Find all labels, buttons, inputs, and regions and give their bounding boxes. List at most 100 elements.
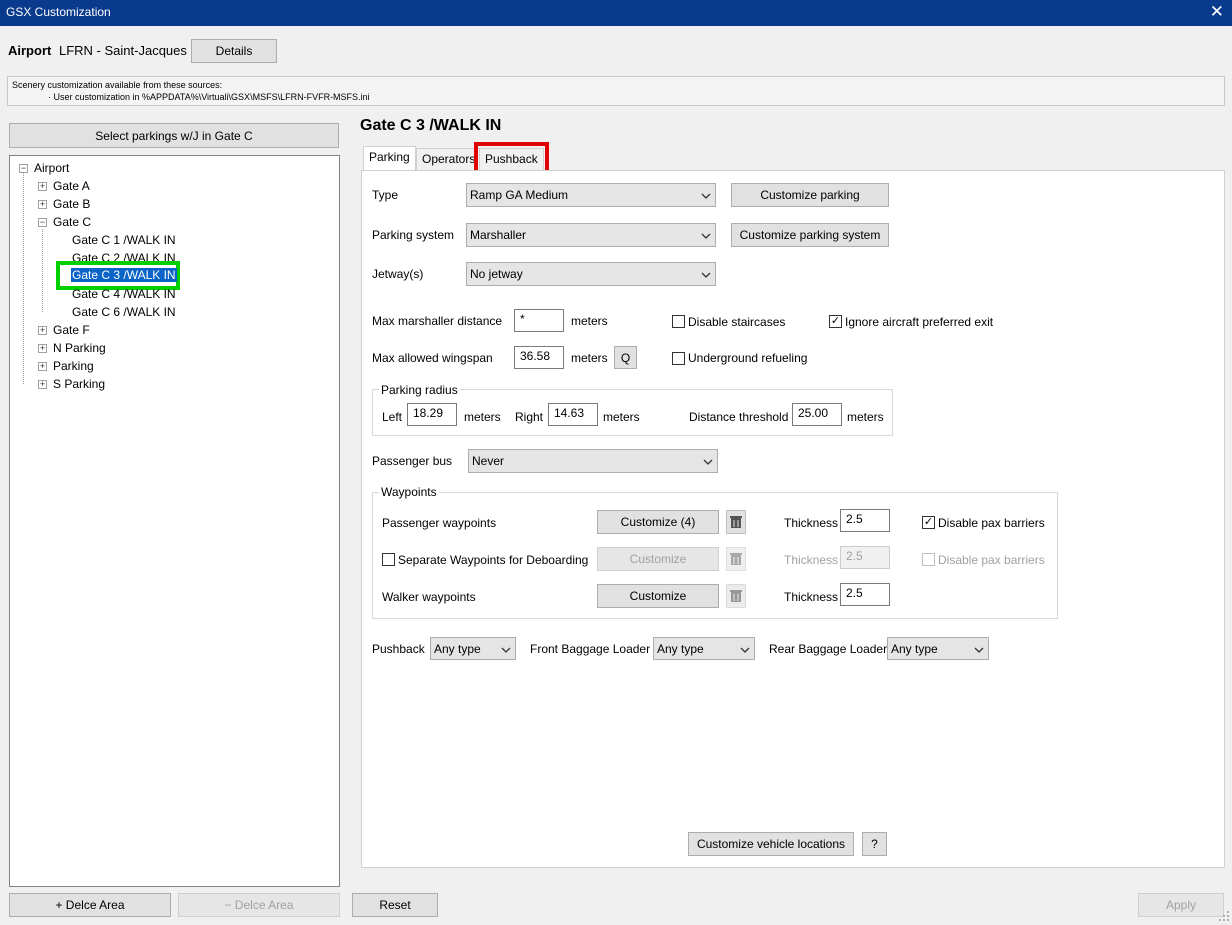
waypoints-title: Waypoints xyxy=(379,485,439,499)
chevron-down-icon xyxy=(740,642,750,656)
tree-item-airport[interactable]: Airport xyxy=(34,161,69,175)
type-label: Type xyxy=(372,188,399,202)
airport-label: Airport xyxy=(8,43,52,58)
title-bar: GSX Customization ✕ xyxy=(0,0,1232,26)
parking-radius-title: Parking radius xyxy=(379,383,460,397)
walker-thickness-input[interactable]: 2.5 xyxy=(840,583,890,606)
chevron-down-icon xyxy=(701,228,711,242)
details-button[interactable]: Details xyxy=(191,39,277,63)
passenger-bus-label: Passenger bus xyxy=(372,454,453,468)
customize-deboarding-waypoints-button[interactable]: Customize xyxy=(597,547,719,571)
tree-item-gate-f[interactable]: Gate F xyxy=(53,323,90,337)
customize-vehicle-locations-button[interactable]: Customize vehicle locations xyxy=(688,832,854,856)
deboarding-thickness-input[interactable]: 2.5 xyxy=(840,546,890,569)
radius-right-input[interactable]: 14.63 xyxy=(548,403,598,426)
window-title: GSX Customization xyxy=(6,5,111,19)
disable-pax-barriers-checkbox[interactable]: ✓ xyxy=(922,516,935,529)
customize-parking-button[interactable]: Customize parking xyxy=(731,183,889,207)
type-select[interactable]: Ramp GA Medium xyxy=(466,183,716,207)
tree-item-gate-c6[interactable]: Gate C 6 /WALK IN xyxy=(72,305,176,319)
underground-refueling-checkbox[interactable] xyxy=(672,352,685,365)
tree-item-parking[interactable]: Parking xyxy=(53,359,94,373)
passenger-bus-select[interactable]: Never xyxy=(468,449,718,473)
ignore-exit-label: Ignore aircraft preferred exit xyxy=(845,315,994,329)
max-wingspan-input[interactable]: 36.58 xyxy=(514,346,564,369)
tree-item-gate-c[interactable]: Gate C xyxy=(53,215,91,229)
chevron-down-icon xyxy=(703,454,713,468)
separate-waypoints-label: Separate Waypoints for Deboarding xyxy=(398,553,589,567)
parking-tree: − Airport + Gate A + Gate B − Gate C Gat… xyxy=(9,155,340,887)
help-button[interactable]: ? xyxy=(862,832,887,856)
meters-unit: meters xyxy=(603,410,640,424)
front-loader-select[interactable]: Any type xyxy=(653,637,755,660)
jetway-label: Jetway(s) xyxy=(372,267,424,281)
expand-icon[interactable]: + xyxy=(38,362,47,371)
meters-unit: meters xyxy=(847,410,884,424)
expand-icon[interactable]: + xyxy=(38,182,47,191)
front-loader-label: Front Baggage Loader xyxy=(530,642,651,656)
ignore-exit-checkbox[interactable]: ✓ xyxy=(829,315,842,328)
rear-loader-label: Rear Baggage Loader xyxy=(769,642,888,656)
tree-item-gate-a[interactable]: Gate A xyxy=(53,179,90,193)
disable-staircases-checkbox[interactable] xyxy=(672,315,685,328)
chevron-down-icon xyxy=(501,642,511,656)
meters-unit: meters xyxy=(571,351,608,365)
close-icon[interactable]: ✕ xyxy=(1210,2,1224,22)
select-parkings-button[interactable]: Select parkings w/J in Gate C xyxy=(9,123,339,148)
pushback-label: Pushback xyxy=(372,642,425,656)
radius-left-input[interactable]: 18.29 xyxy=(407,403,457,426)
passenger-waypoints-label: Passenger waypoints xyxy=(382,516,497,530)
pushback-value: Any type xyxy=(434,641,481,656)
reset-button[interactable]: Reset xyxy=(352,893,438,917)
passenger-bus-value: Never xyxy=(472,454,505,468)
add-area-button[interactable]: + Delce Area xyxy=(9,893,171,917)
type-value: Ramp GA Medium xyxy=(470,188,569,202)
pushback-select[interactable]: Any type xyxy=(430,637,516,660)
tree-item-gate-c1[interactable]: Gate C 1 /WALK IN xyxy=(72,233,176,247)
customize-parking-system-button[interactable]: Customize parking system xyxy=(731,223,889,247)
separate-waypoints-checkbox[interactable] xyxy=(382,553,395,566)
thickness-label: Thickness xyxy=(784,590,839,604)
remove-area-button[interactable]: − Delce Area xyxy=(178,893,340,917)
trash-icon[interactable] xyxy=(726,584,746,608)
expand-icon[interactable]: + xyxy=(38,344,47,353)
passenger-thickness-input[interactable]: 2.5 xyxy=(840,509,890,532)
tree-item-s-parking[interactable]: S Parking xyxy=(53,377,105,391)
expand-icon[interactable]: + xyxy=(38,200,47,209)
tree-item-gate-c4[interactable]: Gate C 4 /WALK IN xyxy=(72,287,176,301)
tab-operators[interactable]: Operators xyxy=(416,148,482,170)
distance-threshold-label: Distance threshold xyxy=(689,410,789,424)
rear-loader-select[interactable]: Any type xyxy=(887,637,989,660)
collapse-icon[interactable]: − xyxy=(19,164,28,173)
disable-pax-barriers-checkbox[interactable] xyxy=(922,553,935,566)
max-marshaller-input[interactable]: * xyxy=(514,309,564,332)
trash-icon[interactable] xyxy=(726,510,746,534)
expand-icon[interactable]: + xyxy=(38,380,47,389)
distance-threshold-input[interactable]: 25.00 xyxy=(792,403,842,426)
airport-value: LFRN - Saint-Jacques xyxy=(59,43,187,58)
resize-grip-icon[interactable] xyxy=(1218,910,1230,922)
tree-item-gate-b[interactable]: Gate B xyxy=(53,197,90,211)
collapse-icon[interactable]: − xyxy=(38,218,47,227)
parking-system-select[interactable]: Marshaller xyxy=(466,223,716,247)
parking-title: Gate C 3 /WALK IN xyxy=(360,117,502,134)
tree-item-n-parking[interactable]: N Parking xyxy=(53,341,106,355)
chevron-down-icon xyxy=(974,642,984,656)
query-button[interactable]: Q xyxy=(614,346,637,369)
sources-line-1: Scenery customization available from the… xyxy=(12,80,223,90)
jetway-select[interactable]: No jetway xyxy=(466,262,716,286)
expand-icon[interactable]: + xyxy=(38,326,47,335)
walker-waypoints-label: Walker waypoints xyxy=(382,590,476,604)
customize-passenger-waypoints-button[interactable]: Customize (4) xyxy=(597,510,719,534)
tab-parking[interactable]: Parking xyxy=(363,146,416,170)
tree-item-gate-c3-selected[interactable]: Gate C 3 /WALK IN xyxy=(71,268,177,282)
chevron-down-icon xyxy=(701,188,711,202)
apply-button[interactable]: Apply xyxy=(1138,893,1224,917)
front-loader-value: Any type xyxy=(657,641,704,656)
meters-unit: meters xyxy=(464,410,501,424)
disable-pax-barriers-label: Disable pax barriers xyxy=(938,553,1045,567)
customize-walker-waypoints-button[interactable]: Customize xyxy=(597,584,719,608)
radius-right-label: Right xyxy=(515,410,544,424)
trash-icon[interactable] xyxy=(726,547,746,571)
chevron-down-icon xyxy=(701,267,711,281)
